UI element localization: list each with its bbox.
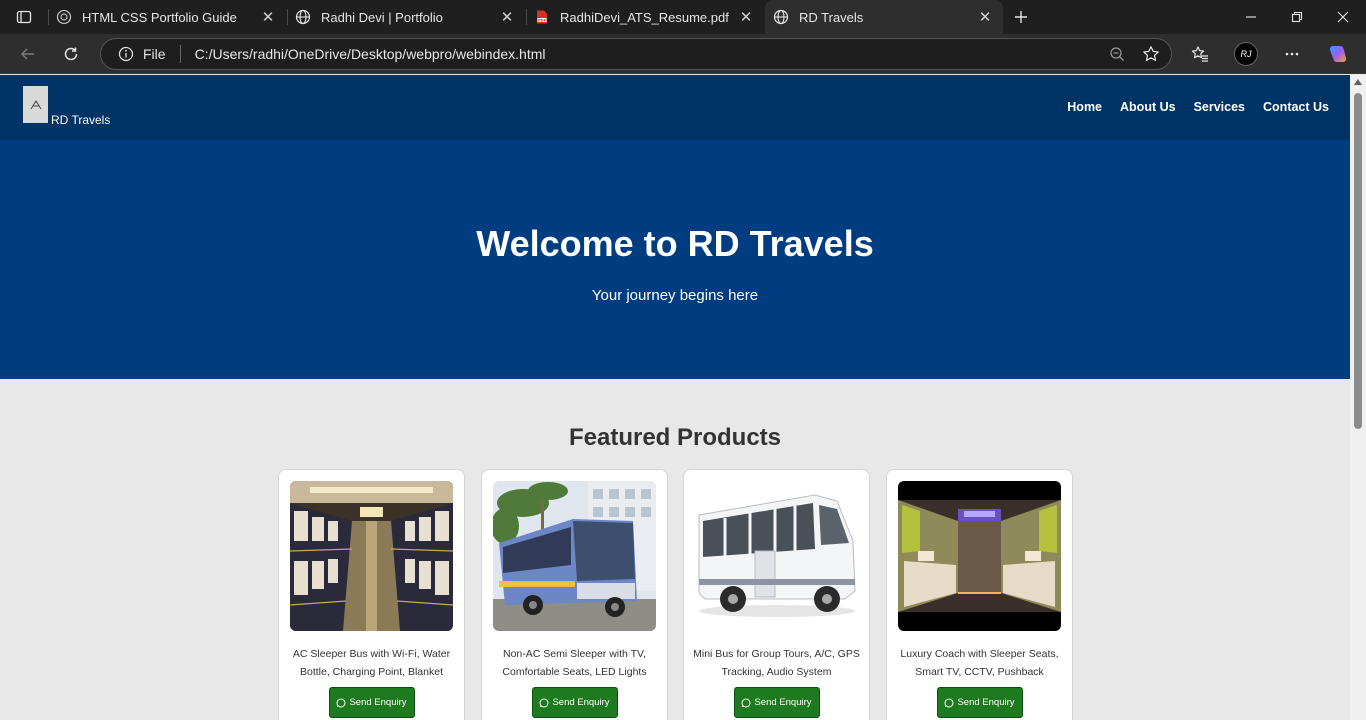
product-image-sleeper-interior [290,481,453,631]
product-card: AC Sleeper Bus with Wi-Fi, Water Bottle,… [278,469,465,720]
info-icon[interactable] [117,45,135,63]
product-card: Non-AC Semi Sleeper with TV, Comfortable… [481,469,668,720]
close-icon[interactable]: ✕ [736,7,756,27]
tab-title: RadhiDevi_ATS_Resume.pdf [560,9,729,25]
product-description: AC Sleeper Bus with Wi-Fi, Water Bottle,… [292,648,451,678]
tab-title: HTML CSS Portfolio Guide [82,9,237,25]
product-description: Non-AC Semi Sleeper with TV, Comfortable… [502,648,647,678]
button-label: Send Enquiry [957,697,1015,708]
more-icon [1285,52,1299,56]
section-title: Featured Products [568,424,782,451]
whatsapp-icon [336,698,346,707]
tab-title: Radhi Devi | Portfolio [321,9,443,25]
site-header: RD Travels Home About Us Services Contac… [0,75,1350,140]
vertical-scrollbar[interactable] [1350,75,1366,720]
browser-toolbar: File C:/Users/radhi/OneDrive/Desktop/web… [0,34,1366,74]
tab-rd-travels[interactable]: RD Travels ✕ [765,0,1003,34]
hero-subtitle: Your journey begins here [591,287,759,304]
product-image-mini-bus [695,481,858,631]
button-label: Send Enquiry [552,697,610,708]
nav-link-about[interactable]: About Us [1120,100,1176,114]
nav-link-home[interactable]: Home [1067,100,1102,114]
site-logo-text[interactable]: RD Travels [51,113,110,127]
whatsapp-icon [944,698,954,707]
logo-icon [30,99,41,109]
favorites-button[interactable] [1186,40,1214,68]
button-label: Send Enquiry [754,697,812,708]
button-label: Send Enquiry [349,697,407,708]
divider [179,45,181,63]
url-text[interactable]: C:/Users/radhi/OneDrive/Desktop/webpro/w… [195,46,1103,62]
tab-title: RD Travels [799,9,864,25]
close-icon[interactable]: ✕ [975,7,995,27]
url-scheme-label: File [143,46,166,62]
chatgpt-icon [56,9,72,25]
product-card: Luxury Coach with Sleeper Seats, Smart T… [886,469,1073,720]
send-enquiry-button[interactable]: Send Enquiry [328,687,415,718]
copilot-icon [1329,46,1347,62]
close-window-button[interactable] [1320,0,1366,34]
product-description: Luxury Coach with Sleeper Seats, Smart T… [900,648,1059,678]
pdf-icon: PDF [534,9,550,25]
product-image-luxury-coach [898,481,1061,631]
tab-resume-pdf[interactable]: PDF RadhiDevi_ATS_Resume.pdf ✕ [526,0,764,34]
send-enquiry-button[interactable]: Send Enquiry [733,687,820,718]
more-menu-button[interactable] [1278,40,1306,68]
address-bar[interactable]: File C:/Users/radhi/OneDrive/Desktop/web… [100,38,1172,70]
restore-button[interactable] [1274,0,1320,34]
close-icon[interactable]: ✕ [497,7,517,27]
close-icon[interactable]: ✕ [258,7,278,27]
product-image-blue-bus [493,481,656,631]
star-icon[interactable] [1137,40,1165,68]
hero-banner: Welcome to RD Travels Your journey begin… [0,140,1350,379]
profile-button[interactable]: RJ [1232,40,1260,68]
whatsapp-icon [741,698,751,707]
minimize-icon [1246,16,1256,18]
send-enquiry-button[interactable]: Send Enquiry [936,687,1023,718]
new-tab-button[interactable] [1008,4,1034,30]
tab-radhi-portfolio[interactable]: Radhi Devi | Portfolio ✕ [287,0,525,34]
nav-link-services[interactable]: Services [1194,100,1245,114]
arrow-left-icon [20,48,34,60]
nav-link-contact[interactable]: Contact Us [1263,100,1329,114]
hero-title: Welcome to RD Travels [476,223,874,264]
tab-portfolio-guide[interactable]: HTML CSS Portfolio Guide ✕ [48,0,286,34]
close-icon [1337,11,1349,23]
browser-tab-bar: HTML CSS Portfolio Guide ✕ Radhi Devi | … [0,0,1366,34]
whatsapp-icon [539,698,549,707]
minimize-button[interactable] [1228,0,1274,34]
logo-image[interactable] [23,86,48,123]
globe-icon [773,9,789,25]
tab-actions-button[interactable] [0,0,48,34]
refresh-button[interactable] [57,40,85,68]
send-enquiry-button[interactable]: Send Enquiry [531,687,618,718]
restore-icon [1291,11,1303,23]
avatar: RJ [1234,42,1258,66]
favorites-icon [1191,46,1208,62]
product-card: Mini Bus for Group Tours, A/C, GPS Track… [683,469,870,720]
main-nav: Home About Us Services Contact Us [1067,100,1329,114]
globe-icon [295,9,311,25]
copilot-button[interactable] [1324,40,1352,68]
zoom-out-icon[interactable] [1103,40,1131,68]
page-viewport: RD Travels Home About Us Services Contac… [0,75,1350,720]
plus-icon [1015,11,1027,23]
refresh-icon [64,47,78,61]
product-description: Mini Bus for Group Tours, A/C, GPS Track… [693,648,860,678]
featured-products: Featured Products AC Sleeper Bus with Wi… [0,379,1350,720]
tab-actions-icon [16,10,32,24]
back-button[interactable] [14,40,42,68]
scrollbar-thumb[interactable] [1354,93,1362,429]
scroll-up-arrow-icon[interactable] [1354,79,1362,85]
svg-text:PDF: PDF [538,18,547,22]
product-grid: AC Sleeper Bus with Wi-Fi, Water Bottle,… [0,452,1350,720]
